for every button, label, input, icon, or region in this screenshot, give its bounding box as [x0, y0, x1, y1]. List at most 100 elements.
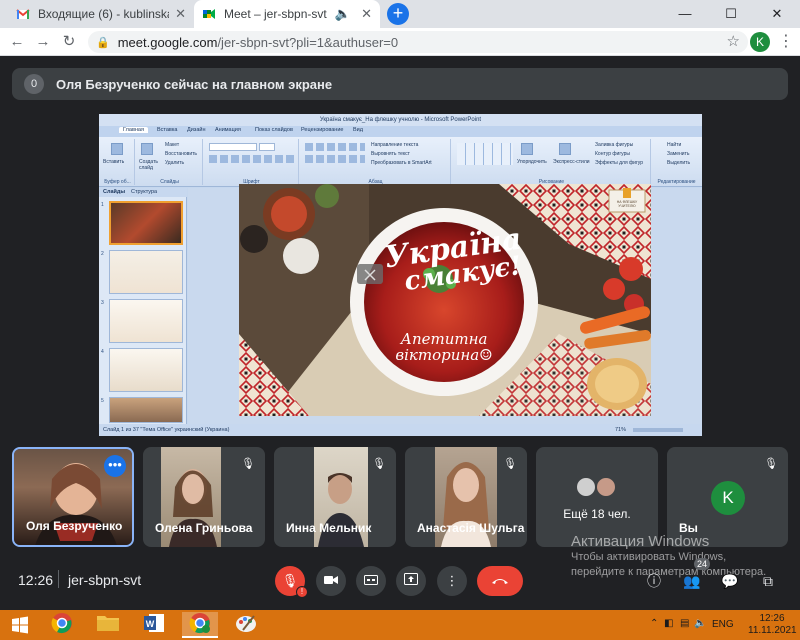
participant-tile[interactable]: 🎙 Инна Мельник	[274, 447, 396, 547]
activities-icon[interactable]: ⧉	[757, 570, 779, 592]
zoom-slider[interactable]	[633, 428, 683, 432]
windows-logo-icon	[12, 616, 28, 634]
bookmark-star-icon[interactable]: ☆	[727, 32, 740, 50]
close-window-button[interactable]: ✕	[754, 0, 800, 28]
layout-button[interactable]: Макет	[165, 142, 179, 148]
camera-icon	[324, 576, 338, 584]
taskbar-paint[interactable]	[228, 612, 264, 638]
close-icon[interactable]: ✕	[361, 6, 372, 22]
word-icon: W	[144, 614, 164, 632]
chrome-icon	[189, 613, 210, 634]
ppt-tab-home[interactable]: Главная	[119, 127, 148, 133]
ppt-tab-slideshow[interactable]: Показ слайдов	[255, 127, 293, 133]
shape-outline-button[interactable]: Контур фигуры	[595, 151, 630, 157]
slide-thumbnail-4[interactable]	[109, 348, 183, 392]
list-buttons[interactable]	[305, 143, 365, 151]
thumb-number: 1	[101, 202, 104, 208]
minimize-button[interactable]: —	[662, 0, 708, 28]
people-icon[interactable]: 👥	[681, 570, 703, 592]
speaker-icon[interactable]: 🔈	[335, 6, 351, 22]
smartart-button[interactable]: Преобразовать в SmartArt	[371, 160, 432, 166]
shape-effects-button[interactable]: Эффекты для фигур	[595, 160, 643, 166]
slide-thumbnail-5[interactable]	[109, 397, 183, 423]
taskbar-chrome-active[interactable]	[182, 612, 218, 638]
paste-icon	[111, 143, 123, 155]
align-text-button[interactable]: Выровнять текст	[371, 151, 410, 157]
text-direction-button[interactable]: Направление текста	[371, 142, 418, 148]
close-icon[interactable]: ✕	[175, 6, 186, 22]
reload-button[interactable]: ↻	[58, 31, 80, 53]
shapes-gallery[interactable]	[457, 143, 513, 165]
muted-mic-icon: 🎙	[764, 458, 778, 470]
tray-chevron-icon[interactable]: ⌃	[650, 618, 658, 629]
paste-button[interactable]: Вставить	[103, 159, 124, 165]
ppt-tab-review[interactable]: Рецензирование	[301, 127, 343, 133]
zoom-level[interactable]: 71%	[615, 424, 626, 436]
camera-toggle-button[interactable]	[316, 566, 346, 596]
align-buttons[interactable]	[305, 155, 365, 163]
replace-button[interactable]: Заменить	[667, 151, 689, 157]
chat-icon[interactable]: 💬	[719, 570, 741, 592]
svg-text:W: W	[146, 619, 155, 629]
tab-outline[interactable]: Структура	[131, 189, 157, 195]
font-name-field[interactable]	[209, 143, 257, 151]
shape-fill-button[interactable]: Заливка фигуры	[595, 142, 633, 148]
current-slide[interactable]: Україна смакує! Апетитна вікторина☺ НА Ф…	[239, 184, 651, 416]
system-time: 12:26	[759, 613, 785, 624]
quick-styles-button[interactable]: Экспресс-стили	[553, 159, 590, 165]
captions-button[interactable]	[356, 566, 386, 596]
tab-gmail[interactable]: Входящие (6) - kublinska.irina@... ✕	[8, 0, 194, 28]
tray-app-icon[interactable]: ◧	[664, 618, 673, 629]
overflow-count-label: Ещё 18 чел.	[563, 507, 631, 521]
taskbar-word[interactable]: W	[136, 612, 172, 638]
present-now-button[interactable]	[396, 566, 426, 596]
tab-meet[interactable]: Meet – jer-sbpn-svt 🔈 ✕	[194, 0, 380, 28]
input-language[interactable]: ENG	[712, 619, 734, 630]
volume-icon[interactable]: 🔈	[694, 618, 706, 629]
ppt-tab-view[interactable]: Вид	[353, 127, 363, 133]
ppt-tab-animation[interactable]: Анимация	[215, 127, 241, 133]
delete-button[interactable]: Удалить	[165, 160, 184, 166]
participant-overflow-tile[interactable]: Ещё 18 чел.	[536, 447, 658, 547]
new-slide-button[interactable]: Создать слайд	[139, 159, 163, 171]
taskbar-chrome[interactable]	[44, 612, 80, 638]
profile-avatar[interactable]: K	[750, 32, 770, 52]
find-button[interactable]: Найти	[667, 142, 681, 148]
ppt-tab-insert[interactable]: Вставка	[157, 127, 177, 133]
back-button[interactable]: ←	[6, 31, 28, 53]
system-clock[interactable]: 12:26 11.11.2021	[748, 613, 797, 637]
thumb-number: 3	[101, 300, 104, 306]
address-bar[interactable]: 🔒 meet.google.com/jer-sbpn-svt?pli=1&aut…	[88, 31, 748, 53]
new-tab-button[interactable]: +	[387, 3, 409, 25]
forward-button[interactable]: →	[32, 31, 54, 53]
reset-button[interactable]: Восстановить	[165, 151, 197, 157]
arrange-button[interactable]: Упорядочить	[517, 159, 547, 165]
maximize-button[interactable]: ☐	[708, 0, 754, 28]
meet-icon	[202, 7, 216, 21]
participant-tile[interactable]: 🎙 Олена Гриньова	[143, 447, 265, 547]
participant-tile-presenter[interactable]: ••• Оля Безрученко	[12, 447, 134, 547]
participant-name: Инна Мельник	[286, 521, 372, 535]
participant-tile[interactable]: 🎙 Анастасія Шульга	[405, 447, 527, 547]
more-options-button[interactable]: ⋮	[437, 566, 467, 596]
info-icon[interactable]: ⓘ	[643, 570, 665, 592]
ppt-tab-design[interactable]: Дизайн	[187, 127, 206, 133]
select-button[interactable]: Выделить	[667, 160, 690, 166]
font-size-field[interactable]	[259, 143, 275, 151]
browser-menu-icon[interactable]: ⋮	[776, 31, 796, 53]
tab-slides[interactable]: Слайды	[103, 189, 125, 195]
slide-thumbnail-1[interactable]	[109, 201, 183, 245]
lock-icon[interactable]: 🔒	[96, 36, 110, 49]
leave-call-button[interactable]	[477, 566, 523, 596]
start-button[interactable]	[2, 612, 38, 638]
network-icon[interactable]: ▤	[680, 618, 689, 629]
taskbar-explorer[interactable]	[90, 612, 126, 638]
slide-thumbnail-3[interactable]	[109, 299, 183, 343]
microphone-toggle-button[interactable]: 🎙 !	[275, 566, 308, 598]
participant-count-badge: 24	[694, 558, 711, 570]
font-format-buttons[interactable]	[209, 155, 295, 163]
self-tile[interactable]: K 🎙 Вы	[667, 447, 788, 547]
ribbon-group-font: Шрифт	[205, 139, 299, 185]
more-options-icon[interactable]: •••	[104, 455, 126, 477]
slide-thumbnail-2[interactable]	[109, 250, 183, 294]
